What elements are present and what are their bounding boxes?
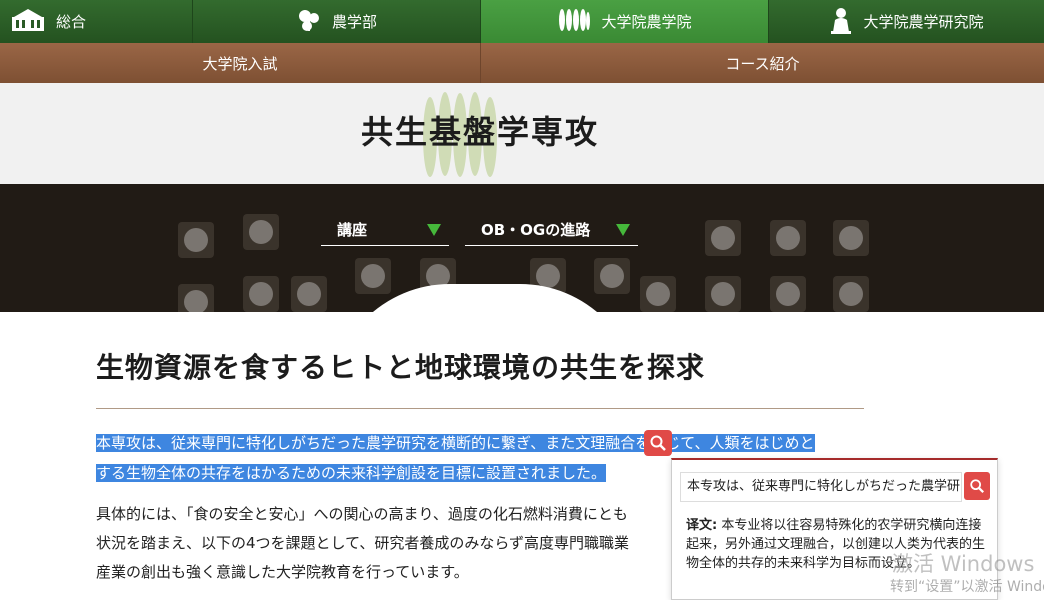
selected-text-line: 本専攻は、従来専門に特化しがちだった農学研究を横断的に繋ぎ、また文理融合を通じて… xyxy=(96,434,815,452)
window-decoration xyxy=(705,276,741,312)
activation-watermark-subtitle: 转到“设置”以激活 Windows。 xyxy=(890,579,1044,595)
window-decoration xyxy=(833,220,869,256)
search-icon xyxy=(970,479,985,494)
window-decoration xyxy=(640,276,676,312)
window-decoration xyxy=(770,276,806,312)
title-band: 共生基盤学専攻 xyxy=(0,83,1044,184)
sub-nav: 大学院入試 コース紹介 xyxy=(0,43,1044,83)
top-nav-item-graduate-school[interactable]: 大学院農学院 xyxy=(481,0,769,43)
translation-query-input[interactable]: 本专攻は、従来専門に特化しがちだった農学研 xyxy=(680,472,962,502)
window-decoration xyxy=(243,214,279,250)
top-nav-item-faculty[interactable]: 農学部 xyxy=(193,0,481,43)
body-paragraph: 具体的には、「食の安全と安心」への関心の高まり、過度の化石燃料消費にとも 状況を… xyxy=(96,500,696,587)
selected-text-line: する生物全体の共存をはかるための未来科学創設を目標に設置されました。 xyxy=(96,464,607,482)
translation-label: 译文: xyxy=(686,518,718,533)
top-nav-label: 大学院農学研究院 xyxy=(863,13,984,31)
campus-building-icon xyxy=(10,7,46,37)
dropdown-label: 講座 xyxy=(337,221,368,239)
activation-watermark-title: 激活 Windows xyxy=(892,552,1035,576)
search-icon xyxy=(650,435,666,451)
window-decoration xyxy=(594,258,630,294)
top-nav-item-general[interactable]: 総合 xyxy=(0,0,193,43)
sub-nav-item-admissions[interactable]: 大学院入試 xyxy=(0,43,481,83)
window-decoration xyxy=(178,222,214,258)
body-text-line: 状況を踏まえ、以下の4つを課題として、研究者養成のみならず高度専門職職業 xyxy=(96,534,630,552)
window-decoration xyxy=(770,220,806,256)
window-decoration xyxy=(355,258,391,294)
body-text-line: 具体的には、「食の安全と安心」への関心の高まり、過度の化石燃料消費にとも xyxy=(96,505,628,523)
translation-search-button[interactable] xyxy=(964,472,990,500)
window-decoration xyxy=(291,276,327,312)
window-decoration xyxy=(178,284,214,312)
dropdown-career-paths[interactable]: OB・OGの進路 xyxy=(465,214,638,246)
section-heading: 生物資源を食するヒトと地球環境の共生を探求 xyxy=(96,346,864,409)
triangle-down-icon xyxy=(616,224,630,236)
top-nav-label: 大学院農学院 xyxy=(601,13,692,31)
dropdown-course[interactable]: 講座 xyxy=(321,214,449,246)
triangle-down-icon xyxy=(427,224,441,236)
window-decoration xyxy=(833,276,869,312)
hero-band: 講座 OB・OGの進路 xyxy=(0,184,1044,312)
top-nav-item-research-faculty[interactable]: 大学院農学研究院 xyxy=(769,0,1044,43)
dropdown-label: OB・OGの進路 xyxy=(481,221,591,239)
body-text-line: 産業の創出も強く意識した大学院教育を行っています。 xyxy=(96,563,469,581)
grass-icon xyxy=(557,7,591,37)
window-decoration xyxy=(705,220,741,256)
translate-lookup-button[interactable] xyxy=(644,430,672,456)
top-nav-label: 総合 xyxy=(56,13,87,31)
top-nav: 総合 農学部 大学院農学院 大学院農学研究院 xyxy=(0,0,1044,43)
top-nav-label: 農学部 xyxy=(331,13,377,31)
leaf-icon xyxy=(296,7,322,37)
sub-nav-item-course-intro[interactable]: コース紹介 xyxy=(481,43,1044,83)
page-title: 共生基盤学専攻 xyxy=(360,113,599,151)
window-decoration xyxy=(243,276,279,312)
statue-icon xyxy=(829,6,853,38)
